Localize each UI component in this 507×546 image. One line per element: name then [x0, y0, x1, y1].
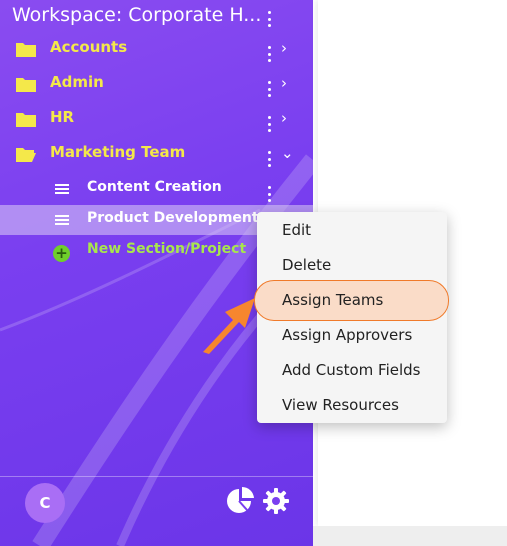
gear-icon[interactable]: [262, 487, 290, 515]
folder-admin[interactable]: Admin ›: [0, 69, 313, 99]
plus-circle-icon: +: [53, 245, 70, 262]
folder-accounts[interactable]: Accounts ›: [0, 34, 313, 64]
folder-open-icon: [16, 148, 36, 162]
folder-icon: [16, 43, 36, 57]
chevron-down-icon[interactable]: ⌄: [281, 145, 294, 161]
arrow-pointer-icon: [203, 298, 255, 354]
avatar[interactable]: C: [25, 483, 65, 523]
chevron-right-icon[interactable]: ›: [281, 110, 287, 126]
folder-label: Admin: [50, 73, 104, 91]
folder-menu-icon[interactable]: [264, 116, 274, 132]
menu-item-assign-approvers[interactable]: Assign Approvers: [282, 326, 412, 344]
bottom-strip: [313, 526, 507, 546]
menu-item-view-resources[interactable]: View Resources: [282, 396, 399, 414]
section-label: Product Development: [87, 210, 259, 226]
chevron-right-icon[interactable]: ›: [281, 75, 287, 91]
new-section-label: New Section/Project: [87, 241, 247, 257]
menu-item-delete[interactable]: Delete: [282, 256, 331, 274]
folder-menu-icon[interactable]: [264, 81, 274, 97]
footer-divider: [0, 476, 313, 477]
folder-marketing-team[interactable]: Marketing Team ⌄: [0, 139, 313, 169]
folder-label: HR: [50, 108, 75, 126]
menu-item-assign-teams[interactable]: Assign Teams: [282, 291, 383, 309]
section-menu-icon[interactable]: [264, 186, 274, 202]
folder-hr[interactable]: HR ›: [0, 104, 313, 134]
section-content-creation[interactable]: Content Creation: [0, 174, 313, 204]
folder-icon: [16, 78, 36, 92]
chevron-right-icon[interactable]: ›: [281, 40, 287, 56]
list-icon: [55, 215, 69, 227]
menu-item-add-custom-fields[interactable]: Add Custom Fields: [282, 361, 420, 379]
menu-item-assign-teams-highlight[interactable]: Assign Teams: [254, 280, 449, 321]
workspace-menu-icon[interactable]: [264, 11, 274, 27]
workspace-title[interactable]: Workspace: Corporate H...: [12, 4, 260, 26]
folder-label: Accounts: [50, 38, 128, 56]
pie-chart-icon[interactable]: [225, 486, 255, 516]
folder-label: Marketing Team: [50, 143, 186, 161]
folder-menu-icon[interactable]: [264, 151, 274, 167]
folder-menu-icon[interactable]: [264, 46, 274, 62]
menu-item-edit[interactable]: Edit: [282, 221, 311, 239]
list-icon: [55, 184, 69, 196]
section-label: Content Creation: [87, 179, 222, 195]
folder-icon: [16, 113, 36, 127]
